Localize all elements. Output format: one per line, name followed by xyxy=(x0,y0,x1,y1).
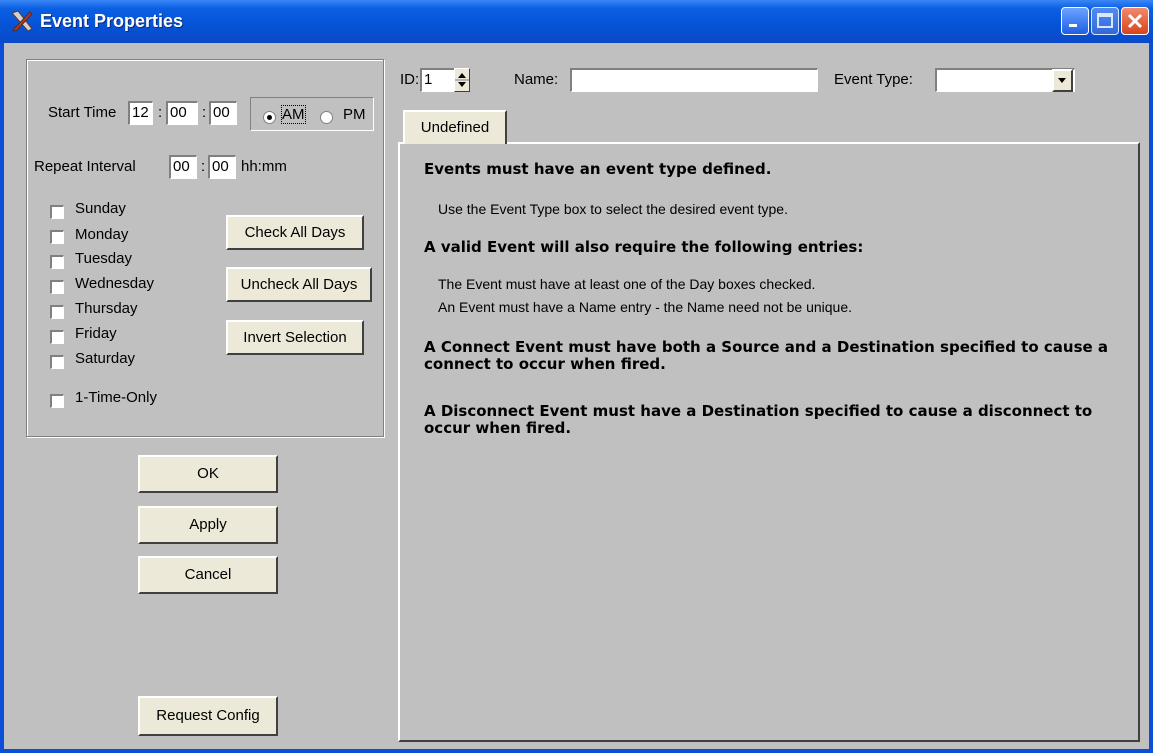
thursday-label[interactable]: Thursday xyxy=(75,300,138,317)
saturday-checkbox[interactable] xyxy=(50,355,64,369)
event-properties-window: Event Properties Start Time 12 : 00 : 00… xyxy=(0,0,1153,753)
spinner-arrows-icon xyxy=(455,73,469,87)
id-spinner[interactable] xyxy=(454,68,470,92)
ok-button[interactable]: OK xyxy=(138,455,278,493)
time-separator: : xyxy=(158,104,163,121)
apply-button[interactable]: Apply xyxy=(138,506,278,544)
window-title: Event Properties xyxy=(40,11,184,31)
apply-label: Apply xyxy=(189,516,227,533)
title-bar[interactable]: Event Properties xyxy=(0,0,1153,43)
one-time-only-label[interactable]: 1-Time-Only xyxy=(75,389,157,406)
cancel-label: Cancel xyxy=(184,566,232,583)
help-heading-requirements: A valid Event will also require the foll… xyxy=(424,238,864,256)
start-second-field[interactable]: 00 xyxy=(209,101,237,125)
uncheck-all-days-label: Uncheck All Days xyxy=(240,276,358,293)
start-time-label: Start Time xyxy=(48,104,117,121)
invert-selection-button[interactable]: Invert Selection xyxy=(226,320,364,355)
request-config-label: Request Config xyxy=(156,707,260,724)
minimize-icon xyxy=(1069,24,1077,27)
repeat-minutes-field[interactable]: 00 xyxy=(208,155,236,179)
close-button[interactable] xyxy=(1121,7,1149,35)
help-text-name: An Event must have a Name entry - the Na… xyxy=(438,299,853,315)
repeat-interval-label: Repeat Interval xyxy=(34,158,136,175)
help-disconnect-event: A Disconnect Event must have a Destinati… xyxy=(424,402,1093,437)
tuesday-checkbox[interactable] xyxy=(50,255,64,269)
uncheck-all-days-button[interactable]: Uncheck All Days xyxy=(226,267,372,302)
chevron-down-icon xyxy=(1058,78,1066,83)
friday-label[interactable]: Friday xyxy=(75,325,117,342)
name-label: Name: xyxy=(514,71,559,88)
help-connect-event: A Connect Event must have both a Source … xyxy=(424,338,1109,373)
repeat-unit-label: hh:mm xyxy=(241,158,287,175)
pm-label[interactable]: PM xyxy=(343,106,366,123)
maximize-button[interactable] xyxy=(1091,7,1119,35)
check-all-days-button[interactable]: Check All Days xyxy=(226,215,364,250)
cancel-button[interactable]: Cancel xyxy=(138,556,278,594)
pm-radio[interactable] xyxy=(320,111,333,124)
one-time-only-checkbox[interactable] xyxy=(50,394,64,408)
time-separator: : xyxy=(202,104,207,121)
tab-undefined-label: Undefined xyxy=(420,119,490,136)
invert-selection-label: Invert Selection xyxy=(243,329,347,346)
start-minute-field[interactable]: 00 xyxy=(166,101,198,125)
repeat-hours-field[interactable]: 00 xyxy=(169,155,197,179)
tab-panel xyxy=(398,142,1140,742)
event-type-label: Event Type: xyxy=(834,71,913,88)
app-icon xyxy=(11,10,33,32)
am-radio[interactable] xyxy=(263,111,276,124)
maximize-icon xyxy=(1097,13,1113,28)
check-all-days-label: Check All Days xyxy=(244,224,346,241)
monday-checkbox[interactable] xyxy=(50,230,64,244)
saturday-label[interactable]: Saturday xyxy=(75,350,135,367)
id-label: ID: xyxy=(400,71,420,88)
minimize-button[interactable] xyxy=(1061,7,1089,35)
name-field[interactable] xyxy=(570,68,818,92)
wednesday-label[interactable]: Wednesday xyxy=(75,275,154,292)
help-text-event-type: Use the Event Type box to select the des… xyxy=(438,201,788,217)
start-hour-field[interactable]: 12 xyxy=(128,101,153,125)
tab-undefined[interactable]: Undefined xyxy=(403,110,507,144)
close-icon xyxy=(1127,13,1143,29)
id-field[interactable]: 1 xyxy=(420,68,456,92)
event-type-dropdown-button[interactable] xyxy=(1052,69,1073,92)
ok-label: OK xyxy=(197,465,219,482)
help-text-day-boxes: The Event must have at least one of the … xyxy=(438,276,816,292)
radio-selected-dot xyxy=(267,115,272,120)
request-config-button[interactable]: Request Config xyxy=(138,696,278,736)
wednesday-checkbox[interactable] xyxy=(50,280,64,294)
thursday-checkbox[interactable] xyxy=(50,305,64,319)
sunday-checkbox[interactable] xyxy=(50,205,64,219)
tuesday-label[interactable]: Tuesday xyxy=(75,250,132,267)
friday-checkbox[interactable] xyxy=(50,330,64,344)
repeat-separator: : xyxy=(201,158,206,175)
am-label[interactable]: AM xyxy=(281,105,306,124)
help-heading-event-type: Events must have an event type defined. xyxy=(424,160,772,178)
sunday-label[interactable]: Sunday xyxy=(75,200,126,217)
monday-label[interactable]: Monday xyxy=(75,226,128,243)
